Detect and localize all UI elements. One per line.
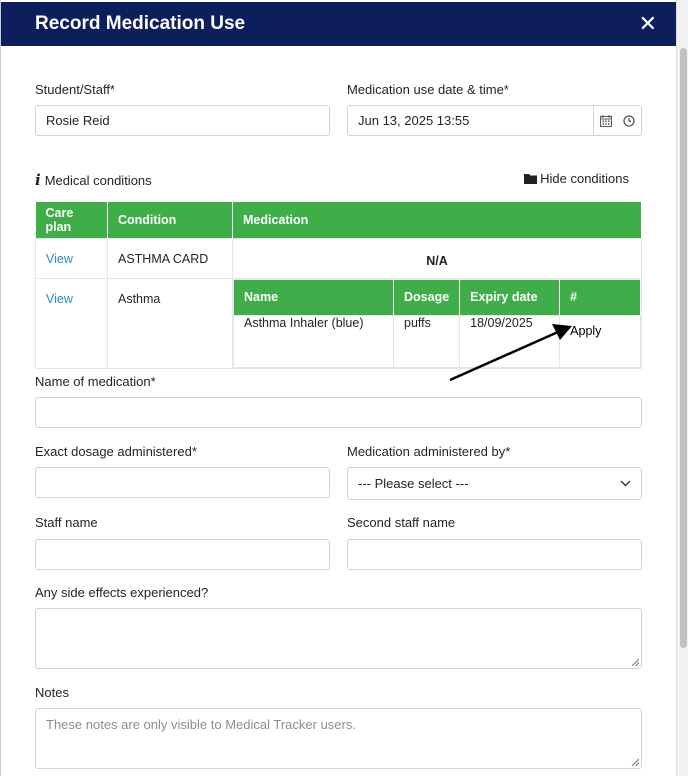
administered-by-label: Medication administered by* xyxy=(347,444,511,459)
administered-by-value: --- Please select --- xyxy=(358,476,469,491)
table-row: Asthma Inhaler (blue) puffs 18/09/2025 A… xyxy=(233,314,641,368)
record-medication-modal: Record Medication Use ✕ Student/Staff* R… xyxy=(0,0,677,776)
hide-conditions-button[interactable]: Hide conditions xyxy=(524,171,629,186)
clock-icon[interactable] xyxy=(617,106,641,135)
condition-cell: ASTHMA CARD xyxy=(107,237,233,279)
student-input[interactable]: Rosie Reid xyxy=(35,105,330,136)
notes-textarea[interactable]: These notes are only visible to Medical … xyxy=(35,708,642,769)
medication-subtable: Name Dosage Expiry date # Asthma Inhaler… xyxy=(233,278,641,368)
col-condition: Condition xyxy=(107,202,233,238)
chevron-down-icon xyxy=(620,480,631,487)
resize-handle-icon[interactable] xyxy=(631,758,639,766)
side-effects-label: Any side effects experienced? xyxy=(35,585,209,600)
col-care-plan: Care plan xyxy=(35,202,108,238)
col-medication: Medication xyxy=(232,202,642,238)
med-col-dosage: Dosage xyxy=(392,278,461,316)
datetime-value: Jun 13, 2025 13:55 xyxy=(358,113,470,128)
second-staff-label: Second staff name xyxy=(347,515,456,530)
modal-title: Record Medication Use xyxy=(35,13,246,34)
table-row: View ASTHMA CARD N/A xyxy=(35,237,642,279)
medical-conditions-heading: i Medical conditions xyxy=(35,171,152,189)
notes-placeholder: These notes are only visible to Medical … xyxy=(46,717,356,732)
medical-conditions-label: Medical conditions xyxy=(44,172,152,188)
med-col-action: # xyxy=(559,278,641,316)
medication-name-label: Name of medication* xyxy=(35,374,156,389)
folder-icon xyxy=(524,174,538,184)
hide-conditions-label: Hide conditions xyxy=(540,171,629,186)
scrollbar-thumb[interactable] xyxy=(680,48,687,648)
close-icon[interactable]: ✕ xyxy=(639,11,657,37)
datetime-label: Medication use date & time* xyxy=(347,82,509,97)
med-name: Asthma Inhaler (blue) xyxy=(233,314,394,368)
scrollbar[interactable] xyxy=(676,0,688,776)
resize-handle-icon[interactable] xyxy=(631,658,639,666)
student-label: Student/Staff* xyxy=(35,82,115,97)
administered-by-select[interactable]: --- Please select --- xyxy=(347,467,642,500)
dosage-label: Exact dosage administered* xyxy=(35,444,197,459)
medication-na: N/A xyxy=(232,237,642,279)
medication-name-input[interactable] xyxy=(35,397,642,428)
info-icon: i xyxy=(35,171,41,189)
second-staff-input[interactable] xyxy=(347,539,642,570)
notes-label: Notes xyxy=(35,685,69,700)
condition-cell: Asthma xyxy=(107,277,233,369)
calendar-icon[interactable] xyxy=(593,106,617,135)
care-plan-view-link[interactable]: View xyxy=(46,252,73,266)
modal-header: Record Medication Use ✕ xyxy=(1,2,677,46)
med-col-name: Name xyxy=(233,278,394,316)
side-effects-textarea[interactable] xyxy=(35,608,642,669)
med-col-expiry: Expiry date xyxy=(459,278,561,316)
care-plan-view-link[interactable]: View xyxy=(46,292,73,306)
dosage-input[interactable] xyxy=(35,467,330,498)
staff-name-label: Staff name xyxy=(35,515,98,530)
datetime-input[interactable]: Jun 13, 2025 13:55 xyxy=(347,105,642,136)
staff-name-input[interactable] xyxy=(35,539,330,570)
arrow-annotation xyxy=(449,324,572,382)
